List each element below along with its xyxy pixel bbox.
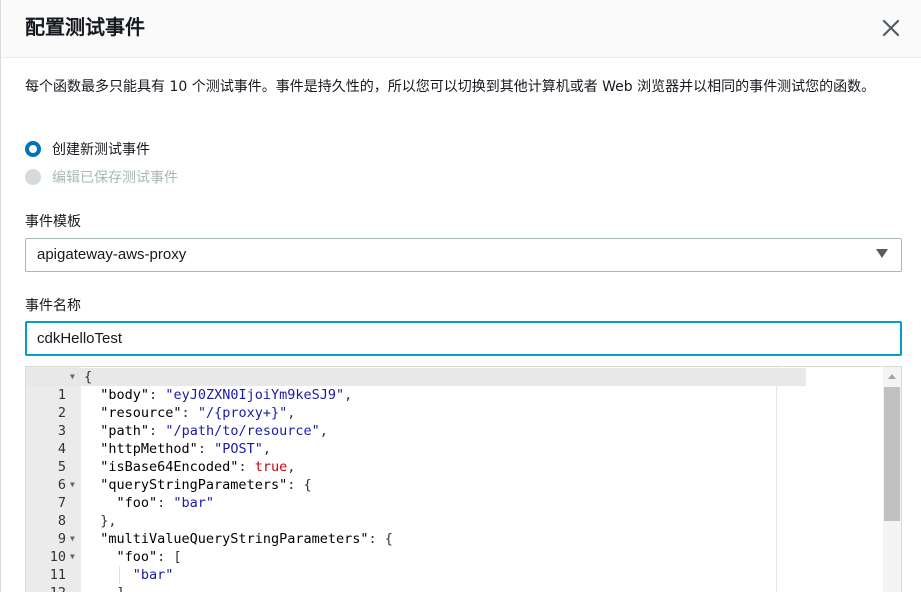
code-line: 11 ▼ "foo": [ [26, 548, 806, 583]
code-key: "httpMethod" [100, 441, 198, 457]
fold-arrow-icon[interactable]: ▼ [70, 368, 75, 386]
code-key: "foo" [116, 495, 158, 511]
code-key: "multiValueQueryStringParameters" [100, 531, 369, 547]
code-line: 13 ], [26, 584, 806, 592]
scroll-up-arrow-icon[interactable] [888, 374, 896, 379]
code-token: { [84, 369, 93, 385]
code-line: 10 ▼ "multiValueQueryStringParameters": … [26, 530, 806, 565]
event-name-label: 事件名称 [25, 298, 81, 314]
code-line: 5 "httpMethod": "POST", [26, 440, 806, 475]
close-button[interactable] [877, 14, 905, 42]
code-key: "queryStringParameters" [100, 477, 288, 493]
template-label: 事件模板 [25, 214, 81, 230]
code-line: 2 "body": "eyJ0ZXN0IjoiYm9keSJ9", [26, 386, 806, 421]
radio-label-edit-saved: 编辑已保存测试事件 [52, 170, 178, 186]
fold-arrow-icon[interactable]: ▼ [70, 530, 75, 548]
indent-guide [119, 566, 120, 584]
code-token: ], [117, 585, 133, 592]
radio-button-checked[interactable] [25, 141, 41, 157]
radio-label-create-new: 创建新测试事件 [52, 142, 150, 158]
caret-down-icon [876, 249, 888, 258]
code-line: 8 "foo": "bar" [26, 494, 806, 529]
code-line: 12 "bar" [26, 566, 806, 592]
close-icon [882, 19, 900, 37]
radio-edit-saved: 编辑已保存测试事件 [25, 167, 178, 187]
code-key: "foo" [116, 549, 158, 565]
fold-arrow-icon[interactable]: ▼ [70, 476, 75, 494]
code-line: 6 "isBase64Encoded": true, [26, 458, 806, 493]
code-key: "resource" [100, 405, 182, 421]
event-template-select[interactable]: apigateway-aws-proxy [25, 238, 902, 272]
configure-test-event-dialog: 配置测试事件 每个函数最多只能具有 10 个测试事件。事件是持久性的，所以您可以… [0, 0, 921, 592]
code-boolean: true [254, 459, 288, 475]
radio-create-new[interactable]: 创建新测试事件 [25, 139, 150, 159]
code-token: }, [100, 513, 117, 529]
code-string: "eyJ0ZXN0IjoiYm9keSJ9" [165, 387, 345, 403]
scrollbar-thumb[interactable] [884, 387, 900, 521]
event-name-input[interactable] [25, 321, 902, 356]
code-line: 7 ▼ "queryStringParameters": { [26, 476, 806, 511]
editor-scrollbar[interactable] [883, 367, 901, 592]
code-string: "/{proxy+}" [197, 405, 288, 421]
dialog-header: 配置测试事件 [1, 0, 921, 58]
code-token: { [384, 531, 393, 547]
code-line: 1 ▼ { [26, 368, 806, 403]
event-template-value: apigateway-aws-proxy [37, 246, 187, 263]
code-string: "bar" [173, 495, 215, 511]
code-key: "body" [100, 387, 150, 403]
code-token: { [303, 477, 312, 493]
code-key: "isBase64Encoded" [100, 459, 239, 475]
code-line: 3 "resource": "/{proxy+}", [26, 404, 806, 439]
json-code-editor[interactable]: 1 ▼ { 2 "body": "eyJ0ZXN0IjoiYm9keSJ9", … [25, 366, 902, 592]
code-token: [ [173, 549, 182, 565]
code-string: "/path/to/resource" [165, 423, 320, 439]
code-line: 9 }, [26, 512, 806, 547]
code-key: "path" [100, 423, 150, 439]
dialog-description: 每个函数最多只能具有 10 个测试事件。事件是持久性的，所以您可以切换到其他计算… [25, 79, 876, 95]
dialog-title: 配置测试事件 [25, 15, 145, 39]
radio-button-disabled [25, 169, 41, 185]
code-line: 4 "path": "/path/to/resource", [26, 422, 806, 457]
code-string: "POST" [214, 441, 263, 457]
fold-arrow-icon[interactable]: ▼ [70, 548, 75, 566]
code-string: "bar" [132, 567, 174, 583]
